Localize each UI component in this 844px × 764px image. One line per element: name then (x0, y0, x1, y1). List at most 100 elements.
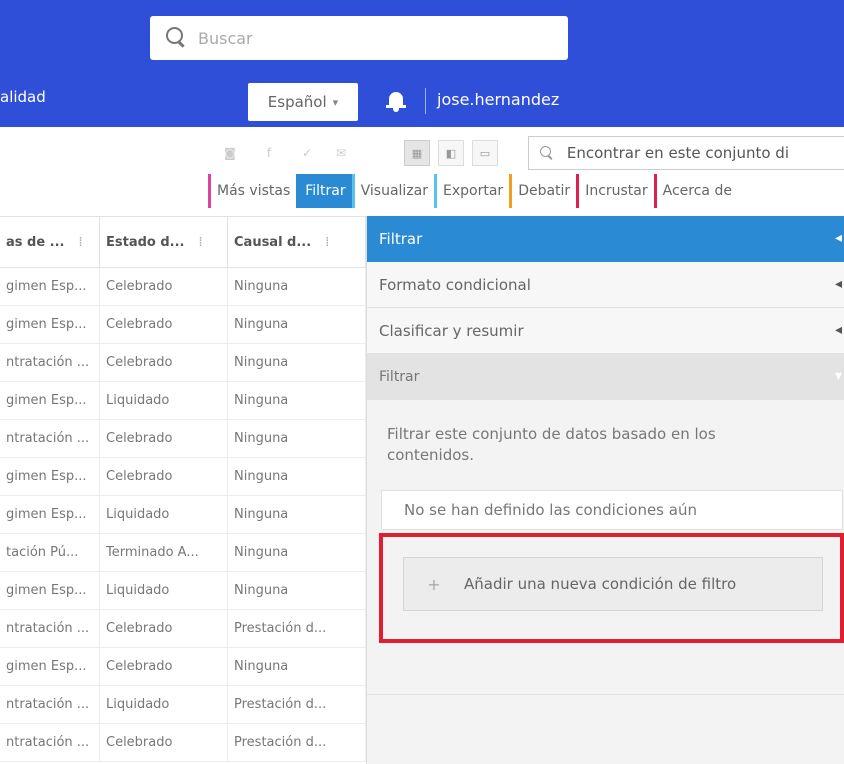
table-row[interactable]: gimen Esp... Liquidado Ninguna (0, 382, 366, 420)
table-cell: gimen Esp... (0, 458, 100, 495)
table-cell: gimen Esp... (0, 648, 100, 685)
table-cell: Celebrado (100, 648, 228, 685)
user-menu[interactable]: jose.hernandez (437, 90, 559, 109)
grid-body: gimen Esp... Celebrado Ninguna gimen Esp...… (0, 268, 366, 762)
table-cell: ntratación ... (0, 724, 100, 761)
table-cell: Liquidado (100, 382, 228, 419)
table-cell: Liquidado (100, 572, 228, 609)
tab-visualizar[interactable]: Visualizar (351, 174, 435, 208)
table-cell: ntratación ... (0, 344, 100, 381)
tab-mas-vistas[interactable]: Más vistas (208, 174, 297, 208)
table-row[interactable]: gimen Esp... Celebrado Ninguna (0, 648, 366, 686)
search-input[interactable] (198, 28, 538, 48)
email-icon[interactable]: ✉ (334, 146, 348, 160)
rss-icon[interactable]: ◙ (223, 146, 237, 160)
panel-title[interactable]: Filtrar ◂ (367, 216, 844, 262)
data-grid: as de ... ⁞ Estado d... ⁞ Causal d... ⁞ gim… (0, 216, 366, 762)
table-row[interactable]: gimen Esp... Celebrado Ninguna (0, 458, 366, 496)
filter-description: Filtrar este conjunto de datos basado en… (387, 425, 716, 464)
table-cell: Ninguna (228, 306, 366, 343)
table-cell: Terminado A... (100, 534, 228, 571)
filter-panel: Filtrar ◂ Formato condicional ◂ Clasific… (366, 216, 844, 764)
table-cell: Prestación d... (228, 686, 366, 723)
table-row[interactable]: tación Pú... Terminado A... Ninguna (0, 534, 366, 572)
search-box[interactable] (150, 16, 568, 60)
tab-debatir[interactable]: Debatir (509, 174, 577, 208)
table-cell: Ninguna (228, 344, 366, 381)
columns-icon: ◧ (445, 146, 457, 160)
search-icon (539, 145, 555, 161)
facebook-icon[interactable]: f (262, 146, 276, 160)
split-view-button[interactable]: ◧ (438, 140, 464, 166)
table-row[interactable]: ntratación ... Celebrado Prestación d... (0, 610, 366, 648)
twitter-icon[interactable]: ✓ (300, 146, 314, 160)
table-row[interactable]: ntratación ... Celebrado Ninguna (0, 344, 366, 382)
table-row[interactable]: ntratación ... Celebrado Ninguna (0, 420, 366, 458)
bell-icon[interactable] (386, 90, 406, 112)
table-row[interactable]: gimen Esp... Liquidado Ninguna (0, 496, 366, 534)
table-cell: Celebrado (100, 610, 228, 647)
collapse-arrow-icon: ◂ (834, 230, 842, 246)
table-cell: Liquidado (100, 686, 228, 723)
panel-divider (367, 694, 844, 695)
table-cell: Ninguna (228, 496, 366, 533)
section-formato-condicional[interactable]: Formato condicional ◂ (367, 262, 844, 308)
table-row[interactable]: gimen Esp... Celebrado Ninguna (0, 268, 366, 306)
table-cell: Ninguna (228, 420, 366, 457)
table-cell: Prestación d... (228, 724, 366, 761)
table-cell: ntratación ... (0, 686, 100, 723)
table-cell: Celebrado (100, 306, 228, 343)
expand-arrow-icon: ◂ (834, 276, 842, 292)
header-divider (425, 88, 426, 114)
table-cell: gimen Esp... (0, 496, 100, 533)
table-cell: Ninguna (228, 458, 366, 495)
table-cell: gimen Esp... (0, 382, 100, 419)
table-row[interactable]: gimen Esp... Celebrado Ninguna (0, 306, 366, 344)
tab-filtrar[interactable]: Filtrar (296, 174, 352, 208)
table-cell: Celebrado (100, 458, 228, 495)
table-cell: gimen Esp... (0, 572, 100, 609)
table-cell: ntratación ... (0, 420, 100, 457)
section-filtrar[interactable]: Filtrar ▾ (367, 354, 844, 400)
toolbar-tabs: Más vistas Filtrar Visualizar Exportar D… (208, 174, 738, 208)
table-cell: Celebrado (100, 344, 228, 381)
section-clasificar-resumir[interactable]: Clasificar y resumir ◂ (367, 308, 844, 354)
grid-header: as de ... ⁞ Estado d... ⁞ Causal d... ⁞ (0, 216, 366, 268)
nav-link-calidad[interactable]: alidad (0, 88, 46, 106)
table-cell: Prestación d... (228, 610, 366, 647)
card-view-button[interactable]: ▭ (472, 140, 498, 166)
column-header[interactable]: Estado d... ⁞ (100, 217, 228, 267)
find-in-dataset-input[interactable] (566, 144, 844, 162)
table-cell: Celebrado (100, 420, 228, 457)
collapse-arrow-icon: ▾ (834, 368, 842, 384)
table-cell: tación Pú... (0, 534, 100, 571)
table-cell: Ninguna (228, 572, 366, 609)
table-cell: Ninguna (228, 382, 366, 419)
tab-acerca-de[interactable]: Acerca de (653, 174, 738, 208)
expand-arrow-icon: ◂ (834, 322, 842, 338)
table-cell: Liquidado (100, 496, 228, 533)
table-icon: ▦ (411, 146, 423, 160)
find-in-dataset-box[interactable] (528, 136, 844, 170)
column-header[interactable]: as de ... ⁞ (0, 217, 100, 267)
search-icon (164, 25, 190, 51)
language-select[interactable]: Español ▾ (248, 83, 358, 121)
table-cell: ntratación ... (0, 610, 100, 647)
table-cell: Celebrado (100, 724, 228, 761)
column-header[interactable]: Causal d... ⁞ (228, 217, 366, 267)
tab-incrustar[interactable]: Incrustar (576, 174, 654, 208)
add-filter-condition-button[interactable]: + Añadir una nueva condición de filtro (403, 557, 823, 611)
plus-icon: + (427, 574, 441, 594)
table-cell: Ninguna (228, 648, 366, 685)
table-view-button[interactable]: ▦ (404, 140, 430, 166)
no-conditions-message: No se han definido las condiciones aún (381, 490, 843, 530)
table-row[interactable]: ntratación ... Celebrado Prestación d... (0, 724, 366, 762)
table-cell: gimen Esp... (0, 268, 100, 305)
table-cell: Ninguna (228, 534, 366, 571)
table-row[interactable]: ntratación ... Liquidado Prestación d... (0, 686, 366, 724)
table-row[interactable]: gimen Esp... Liquidado Ninguna (0, 572, 366, 610)
tab-exportar[interactable]: Exportar (434, 174, 510, 208)
table-cell: Ninguna (228, 268, 366, 305)
language-label: Español (267, 93, 327, 111)
top-header: alidad Español ▾ jose.hernandez (0, 0, 844, 127)
